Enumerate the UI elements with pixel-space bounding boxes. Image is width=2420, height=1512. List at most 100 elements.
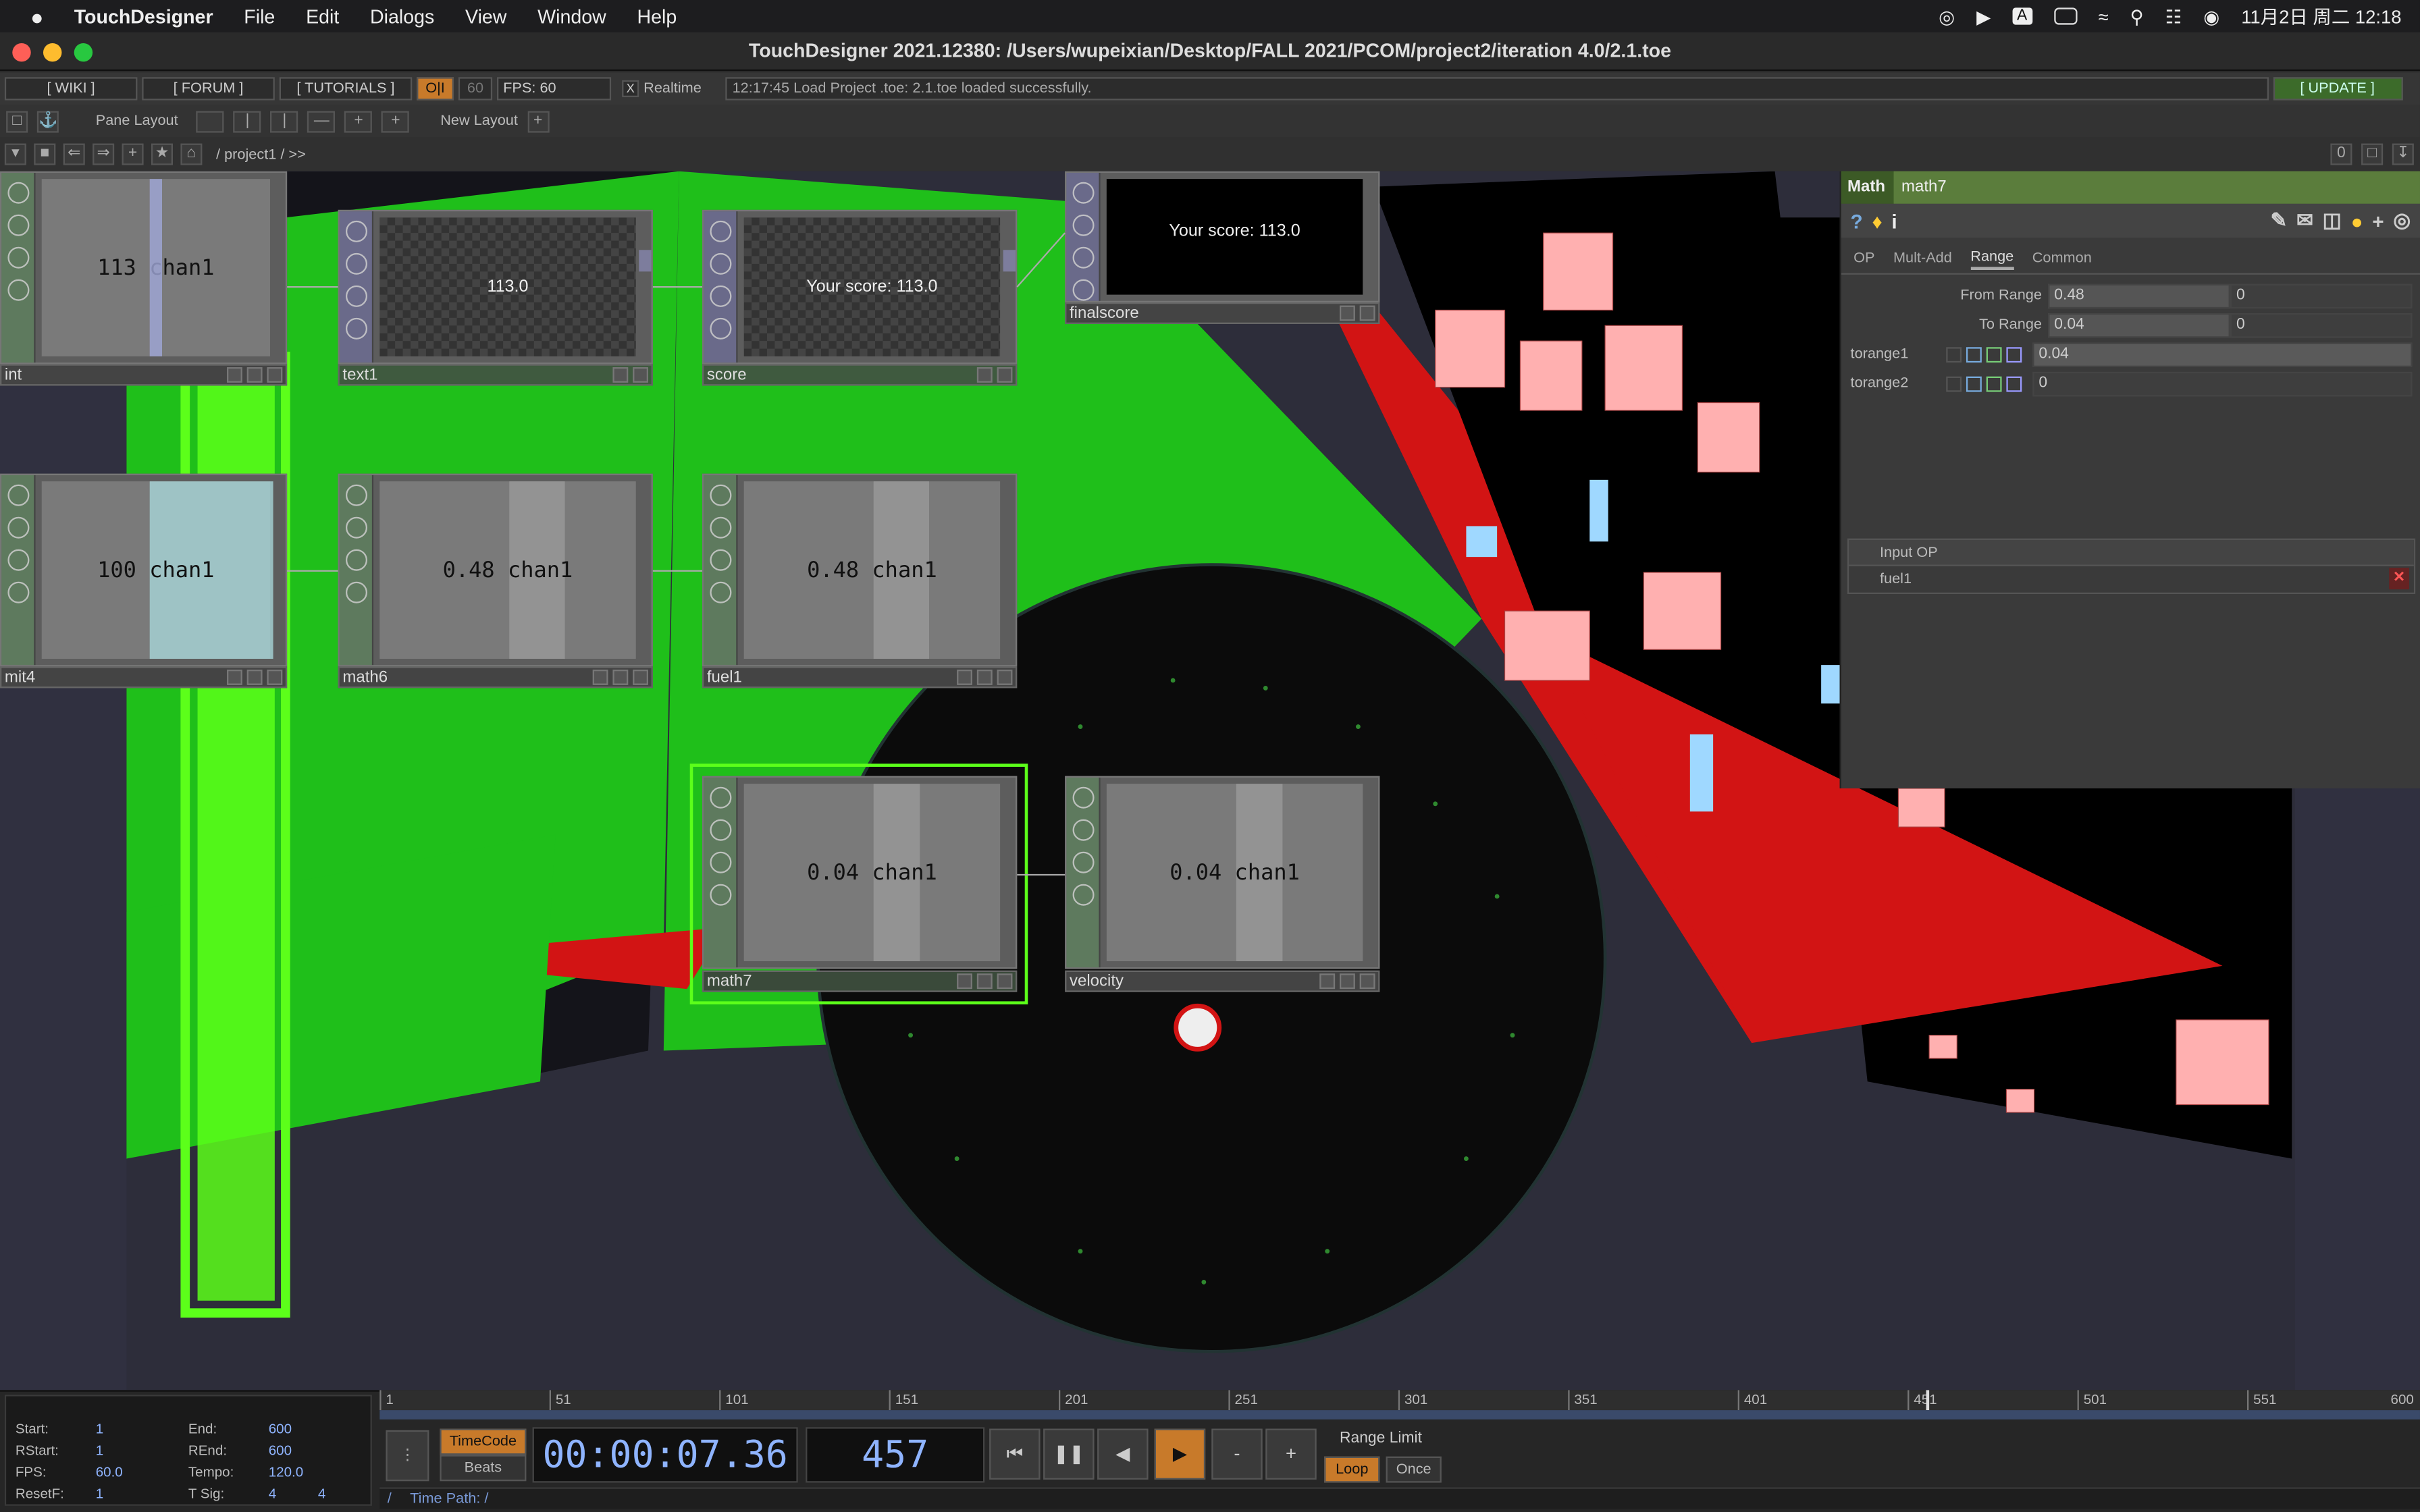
forward-icon[interactable]: ⇒	[93, 143, 115, 165]
node-mit4[interactable]: 100 chan1	[0, 473, 288, 667]
add-param-icon[interactable]: +	[2372, 209, 2384, 232]
input-op-row[interactable]: fuel1 ✕	[1849, 566, 2414, 593]
node-velocity[interactable]: 0.04 chan1	[1065, 776, 1380, 969]
node-fuel1[interactable]: 0.48 chan1	[702, 473, 1018, 667]
fps-cap-field[interactable]: 60	[458, 77, 493, 101]
creative-cloud-icon[interactable]: ◎	[1939, 5, 1955, 27]
bookmark-icon[interactable]: ★	[151, 143, 173, 165]
clone-icon[interactable]: ◫	[2323, 209, 2342, 234]
home-icon[interactable]: ⌂	[180, 143, 203, 165]
loop-button[interactable]: Loop	[1324, 1456, 1380, 1483]
resetf-value[interactable]: 1	[96, 1486, 103, 1501]
minimize-window-button[interactable]	[43, 43, 62, 62]
realtime-checkbox[interactable]: X	[622, 80, 639, 97]
node-text1-label[interactable]: text1	[338, 364, 653, 386]
node-int[interactable]: 113 chan1	[0, 171, 288, 364]
dropdown-icon[interactable]: ▾	[4, 143, 26, 165]
node-text1[interactable]: 113.0	[338, 209, 653, 364]
network-path[interactable]: / project1 / >>	[216, 146, 306, 163]
torange1-mode-export[interactable]	[1986, 346, 2002, 362]
timecode-mode-button[interactable]: TimeCode	[440, 1428, 527, 1455]
node-score-label[interactable]: score	[702, 364, 1018, 386]
maximize-pane-icon[interactable]: □	[2361, 143, 2384, 165]
node-fuel1-label[interactable]: fuel1	[702, 666, 1018, 688]
once-button[interactable]: Once	[1386, 1456, 1442, 1483]
help-icon[interactable]: ?	[1851, 209, 1863, 232]
comment-icon[interactable]: ✉	[2296, 209, 2313, 234]
torange2-field[interactable]: 0	[2032, 371, 2413, 396]
wifi-icon[interactable]: ≈	[2098, 5, 2108, 27]
node-math7[interactable]: 0.04 chan1	[702, 776, 1018, 969]
menu-edit[interactable]: Edit	[306, 5, 339, 27]
node-score-connector[interactable]	[1003, 250, 1016, 272]
playhead[interactable]	[1926, 1390, 1930, 1411]
layout-split-3-icon[interactable]: |	[270, 110, 298, 132]
layout-split-h-icon[interactable]: —	[307, 110, 336, 132]
menu-file[interactable]: File	[244, 5, 275, 27]
torange1-mode-expression[interactable]	[1966, 346, 1982, 362]
timeline-collapse-icon[interactable]: ⋮	[386, 1430, 429, 1482]
play-forward-button[interactable]: ▶	[1154, 1428, 1206, 1480]
menu-help[interactable]: Help	[637, 5, 677, 27]
tsig-numerator[interactable]: 4	[269, 1486, 276, 1501]
node-text1-connector[interactable]	[639, 250, 652, 272]
node-velocity-label[interactable]: velocity	[1065, 970, 1380, 992]
close-window-button[interactable]	[12, 43, 31, 62]
tutorials-button[interactable]: [ TUTORIALS ]	[279, 77, 413, 101]
timecode-display[interactable]: 00:00:07.36	[532, 1427, 798, 1483]
torange2-mode-export[interactable]	[1986, 375, 2002, 392]
torange1-field[interactable]: 0.04	[2032, 342, 2413, 367]
zoom-window-button[interactable]	[74, 43, 93, 62]
forum-button[interactable]: [ FORUM ]	[142, 77, 275, 101]
layout-quad-icon[interactable]: +	[382, 110, 410, 132]
play-status-icon[interactable]: ▶	[1976, 5, 1991, 27]
step-forward-button[interactable]: +	[1265, 1428, 1317, 1480]
timeline-range-bar[interactable]	[379, 1410, 2420, 1420]
siri-icon[interactable]: ◉	[2203, 5, 2219, 27]
tempo-value[interactable]: 120.0	[269, 1464, 303, 1480]
stop-icon[interactable]: ■	[34, 143, 56, 165]
layout-split-hv-icon[interactable]: +	[344, 110, 373, 132]
to-range-field-2[interactable]: 0	[2230, 312, 2413, 338]
anchor-icon[interactable]: ⚓	[36, 110, 59, 132]
beats-mode-button[interactable]: Beats	[440, 1455, 527, 1482]
tab-range[interactable]: Range	[1970, 248, 2014, 269]
info-icon[interactable]: i	[1891, 209, 1897, 232]
frame-display[interactable]: 457	[806, 1427, 985, 1483]
tab-common[interactable]: Common	[2032, 250, 2092, 267]
add-icon[interactable]: +	[122, 143, 144, 165]
end-value[interactable]: 600	[269, 1421, 292, 1436]
torange2-mode-bind[interactable]	[2006, 375, 2022, 392]
menubar-datetime[interactable]: 11月2日 周二 12:18	[2241, 3, 2401, 30]
fps-setting-value[interactable]: 60.0	[96, 1464, 123, 1480]
menu-app[interactable]: TouchDesigner	[74, 5, 213, 27]
tsig-denominator[interactable]: 4	[318, 1486, 325, 1501]
update-button[interactable]: [ UPDATE ]	[2272, 77, 2402, 101]
node-math7-label[interactable]: math7	[702, 970, 1018, 992]
remove-input-icon[interactable]: ✕	[2389, 568, 2409, 590]
from-range-field-2[interactable]: 0	[2230, 283, 2413, 308]
python-icon[interactable]: ●	[2351, 209, 2363, 232]
node-finalscore[interactable]: Your score: 113.0	[1065, 171, 1380, 302]
pane-icon[interactable]: □	[6, 110, 28, 132]
python-help-icon[interactable]: ♦	[1872, 209, 1882, 232]
back-icon[interactable]: ⇐	[63, 143, 85, 165]
menu-view[interactable]: View	[465, 5, 506, 27]
torange1-mode-bind[interactable]	[2006, 346, 2022, 362]
spotlight-icon[interactable]: ⚲	[2130, 5, 2144, 27]
rewind-button[interactable]: ⏮	[989, 1428, 1041, 1480]
rstart-value[interactable]: 1	[96, 1442, 103, 1458]
edit-icon[interactable]: ✎	[2270, 209, 2287, 234]
new-layout-button[interactable]: +	[527, 110, 549, 132]
torange2-mode-expression[interactable]	[1966, 375, 1982, 392]
wiki-button[interactable]: [ WIKI ]	[4, 77, 138, 101]
tab-mult-add[interactable]: Mult-Add	[1893, 250, 1952, 267]
to-range-field-1[interactable]: 0.04	[2048, 312, 2230, 338]
control-center-icon[interactable]: ☷	[2165, 5, 2182, 27]
menu-window[interactable]: Window	[537, 5, 606, 27]
tab-op[interactable]: OP	[1853, 250, 1874, 267]
step-back-button[interactable]: -	[1211, 1428, 1263, 1480]
node-int-label[interactable]: int	[0, 364, 288, 386]
node-score[interactable]: Your score: 113.0	[702, 209, 1018, 364]
from-range-field-1[interactable]: 0.48	[2048, 283, 2230, 308]
